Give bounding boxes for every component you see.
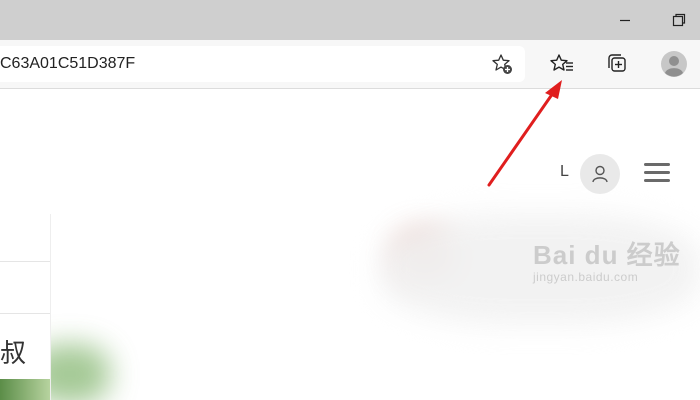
title-bar (0, 0, 700, 40)
browser-toolbar: C63A01C51D387F (0, 40, 700, 89)
hamburger-menu-button[interactable] (644, 160, 672, 186)
profile-button[interactable] (657, 47, 691, 81)
url-text[interactable]: C63A01C51D387F (0, 46, 135, 82)
user-icon (592, 165, 608, 183)
minimize-button[interactable] (602, 0, 648, 40)
user-avatar-button[interactable] (580, 154, 620, 194)
divider (0, 313, 50, 314)
restore-icon (672, 13, 686, 27)
collections-button[interactable] (600, 47, 634, 81)
favorites-button[interactable] (545, 47, 579, 81)
watermark-site: jingyan.baidu.com (533, 270, 639, 284)
profile-avatar-icon (661, 51, 687, 77)
hamburger-menu-icon (644, 163, 670, 166)
favorites-list-icon (550, 54, 573, 71)
watermark-brand: Bai du 经验 (533, 240, 681, 270)
restore-button[interactable] (656, 0, 700, 40)
left-image-strip (0, 379, 50, 400)
left-panel (0, 214, 51, 400)
add-favorite-button[interactable] (485, 47, 519, 81)
divider (0, 261, 50, 262)
left-panel-text: 叔 (0, 338, 27, 368)
user-initial[interactable]: L (560, 163, 569, 181)
address-bar[interactable]: C63A01C51D387F (0, 46, 525, 82)
minimize-icon (620, 19, 630, 22)
watermark: Bai du 经验 jingyan.baidu.com (533, 235, 681, 284)
star-plus-icon (492, 54, 512, 74)
collections-icon (608, 54, 626, 72)
